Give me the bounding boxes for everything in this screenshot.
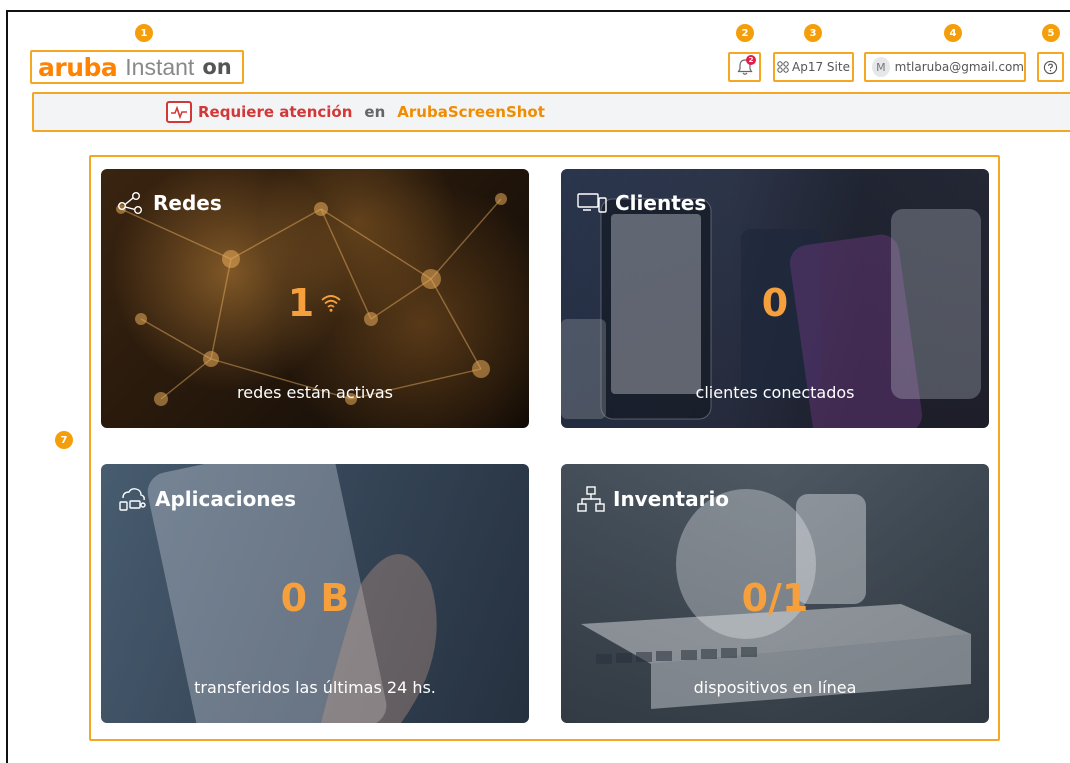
card-redes-title: Redes (153, 191, 222, 215)
avatar: M (872, 57, 890, 77)
card-redes-header: Redes (117, 191, 222, 215)
devices-icon (577, 193, 607, 213)
help-button[interactable] (1037, 52, 1064, 82)
card-clientes-title: Clientes (615, 191, 707, 215)
card-clientes[interactable]: Clientes 0 clientes conectados (561, 169, 989, 428)
card-aplicaciones-value-row: 0 B (101, 576, 529, 620)
attention-banner[interactable]: Requiere atención en ArubaScreenShot (32, 92, 1070, 132)
card-clientes-caption: clientes conectados (695, 383, 855, 402)
card-aplicaciones-title: Aplicaciones (155, 487, 297, 511)
user-email-label: mtlaruba@gmail.com (894, 60, 1024, 74)
app-logo[interactable]: aruba Instant on (30, 50, 244, 84)
card-inventario-title: Inventario (613, 487, 730, 511)
logo-brand-text: aruba (38, 52, 118, 82)
card-aplicaciones[interactable]: Aplicaciones 0 B transferidos las última… (101, 464, 529, 723)
hierarchy-icon (577, 486, 605, 512)
site-selector[interactable]: Ap17 Site (773, 52, 854, 82)
card-inventario-value: 0/1 (741, 576, 809, 620)
help-icon (1043, 60, 1058, 74)
logo-suffix-text: on (202, 54, 232, 79)
user-account-menu[interactable]: M mtlaruba@gmail.com (864, 52, 1026, 82)
card-aplicaciones-value: 0 B (280, 576, 350, 620)
callout-1: 1 (135, 24, 153, 42)
callout-4: 4 (944, 24, 962, 42)
frame-left-border (6, 10, 8, 763)
callout-2: 2 (736, 24, 754, 42)
card-clientes-header: Clientes (577, 191, 706, 215)
logo-product-text: Instant (125, 53, 195, 80)
card-clientes-value: 0 (761, 281, 789, 325)
card-aplicaciones-caption: transferidos las últimas 24 hs. (194, 678, 436, 697)
card-inventario-value-row: 0/1 (561, 576, 989, 620)
cloud-apps-icon (119, 488, 146, 511)
notifications-button[interactable]: 2 (728, 52, 761, 82)
site-name-label: Ap17 Site (792, 60, 850, 74)
callout-3: 3 (804, 24, 822, 42)
grid-icon (777, 61, 789, 73)
health-pulse-icon (166, 101, 192, 123)
callout-5: 5 (1042, 24, 1060, 42)
network-icon (118, 192, 143, 214)
card-aplicaciones-header: Aplicaciones (117, 486, 296, 512)
card-redes-value-row: 1 (101, 281, 529, 325)
callout-7: 7 (55, 431, 73, 449)
attention-connector-text: en (364, 103, 386, 121)
card-inventario[interactable]: Inventario 0/1 dispositivos en línea (561, 464, 989, 723)
frame-top-border (6, 10, 1070, 12)
card-redes-caption: redes están activas (237, 383, 393, 402)
wifi-icon (321, 295, 341, 312)
card-inventario-caption: dispositivos en línea (693, 678, 857, 697)
attention-site-link[interactable]: ArubaScreenShot (397, 103, 545, 121)
card-inventario-header: Inventario (577, 486, 729, 512)
notification-count-badge: 2 (746, 55, 756, 65)
card-redes[interactable]: Redes 1 redes están activas (101, 169, 529, 428)
card-clientes-value-row: 0 (561, 281, 989, 325)
attention-status-text: Requiere atención (198, 103, 353, 121)
card-redes-value: 1 (287, 281, 315, 325)
